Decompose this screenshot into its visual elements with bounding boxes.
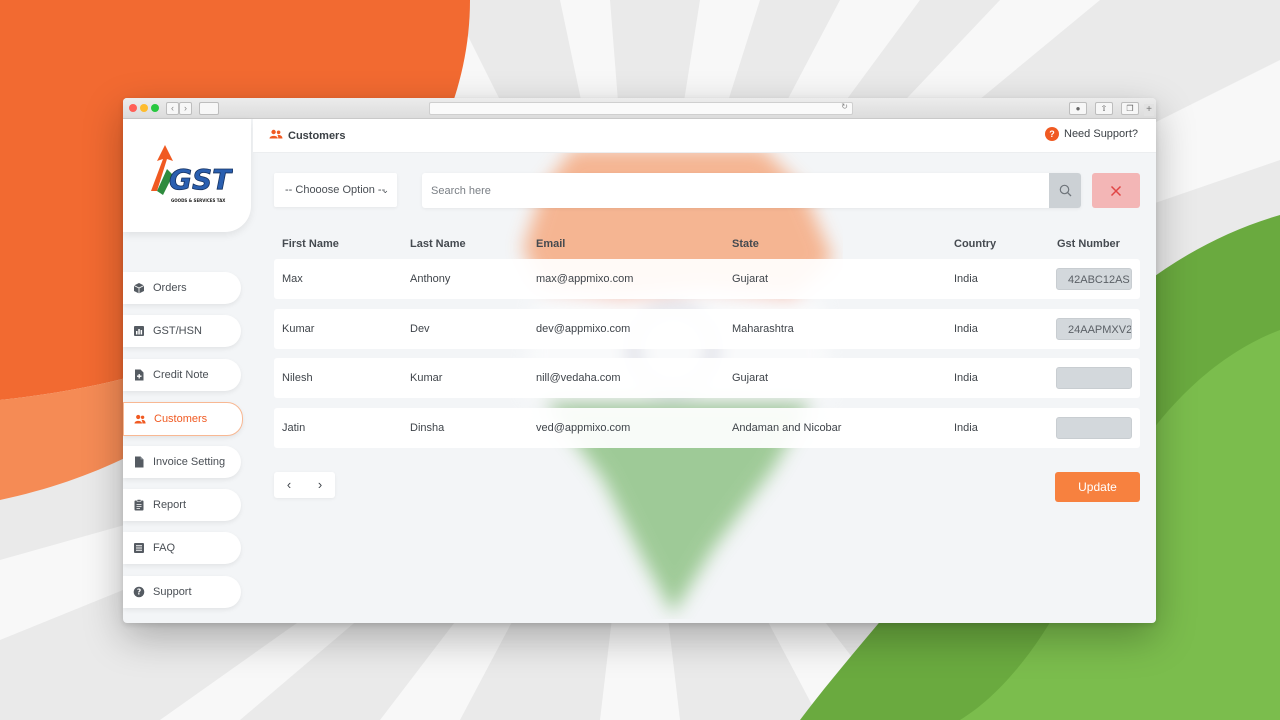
help-icon: ? xyxy=(1045,127,1059,141)
column-header-email: Email xyxy=(536,238,566,250)
download-icon[interactable]: ● xyxy=(1069,102,1087,115)
box-icon xyxy=(133,282,145,294)
bar-chart-icon xyxy=(133,325,145,337)
gst-number-field[interactable]: 42ABC12AS xyxy=(1056,268,1132,290)
cell-last-name: Kumar xyxy=(410,372,443,384)
table-row[interactable]: Max Anthony max@appmixo.com Gujarat Indi… xyxy=(274,259,1140,299)
cell-email: ved@appmixo.com xyxy=(536,422,631,434)
app-content: GST GOODS & SERVICES TAX Orders GST/HSN xyxy=(123,119,1156,623)
chevron-down-icon: ⌄ xyxy=(381,185,389,195)
next-page-button[interactable]: › xyxy=(305,472,335,498)
sidebar-toggle-icon[interactable] xyxy=(199,102,219,115)
table-row[interactable]: Jatin Dinsha ved@appmixo.com Andaman and… xyxy=(274,408,1140,448)
sidebar-item-label: GST/HSN xyxy=(153,325,202,337)
column-header-gst-number: Gst Number xyxy=(1057,238,1120,250)
sidebar-item-credit-note[interactable]: Credit Note xyxy=(123,359,241,391)
cell-first-name: Jatin xyxy=(282,422,306,434)
share-icon[interactable]: ⇧ xyxy=(1095,102,1113,115)
close-icon xyxy=(1110,185,1122,196)
previous-page-button[interactable]: ‹ xyxy=(274,472,304,498)
page-title-text: Customers xyxy=(288,129,346,142)
cell-country: India xyxy=(954,372,978,384)
sidebar-item-label: Invoice Setting xyxy=(153,456,226,468)
cell-email: nill@vedaha.com xyxy=(536,372,621,384)
pagination: ‹ › xyxy=(274,472,335,498)
sidebar-item-support[interactable]: ? Support xyxy=(123,576,241,608)
users-icon xyxy=(269,128,283,143)
cell-last-name: Anthony xyxy=(410,273,451,285)
browser-window: ‹ › ↻ ● ⇧ ❐ + GST GOODS & SERVICES TAX O… xyxy=(123,98,1156,623)
table-row[interactable]: Nilesh Kumar nill@vedaha.com Gujarat Ind… xyxy=(274,358,1140,398)
back-icon[interactable]: ‹ xyxy=(166,102,179,115)
tabs-icon[interactable]: ❐ xyxy=(1121,102,1139,115)
cell-email: dev@appmixo.com xyxy=(536,323,631,335)
sidebar-item-label: FAQ xyxy=(153,542,176,554)
sidebar-item-gst-hsn[interactable]: GST/HSN xyxy=(123,315,241,347)
column-header-first-name: First Name xyxy=(282,238,339,250)
table-row[interactable]: Kumar Dev dev@appmixo.com Maharashtra In… xyxy=(274,309,1140,349)
sidebar-item-label: Customers xyxy=(154,413,208,425)
cell-country: India xyxy=(954,422,978,434)
cell-email: max@appmixo.com xyxy=(536,273,634,285)
search-icon xyxy=(1059,184,1071,197)
forward-icon[interactable]: › xyxy=(179,102,192,115)
clear-button[interactable] xyxy=(1092,173,1140,208)
sidebar-item-invoice-setting[interactable]: Invoice Setting xyxy=(123,446,241,478)
clipboard-icon xyxy=(133,499,145,511)
cell-state: Andaman and Nicobar xyxy=(732,422,842,434)
sidebar-item-label: Orders xyxy=(153,282,187,294)
option-select-value: -- Chooose Option -- xyxy=(285,184,386,196)
cell-first-name: Kumar xyxy=(282,323,315,335)
sidebar: GST GOODS & SERVICES TAX Orders GST/HSN xyxy=(123,119,253,623)
file-icon xyxy=(133,456,145,468)
need-support-label: Need Support? xyxy=(1064,128,1138,140)
column-header-last-name: Last Name xyxy=(410,238,466,250)
svg-text:GST: GST xyxy=(169,163,233,196)
cell-state: Maharashtra xyxy=(732,323,794,335)
top-header: Customers ? Need Support? xyxy=(253,119,1156,153)
column-header-state: State xyxy=(732,238,759,250)
search-input[interactable] xyxy=(422,173,1047,208)
sidebar-item-label: Support xyxy=(153,586,192,598)
column-header-country: Country xyxy=(954,238,997,250)
gst-logo: GST GOODS & SERVICES TAX xyxy=(151,145,233,203)
maximize-window-icon[interactable] xyxy=(151,104,159,112)
new-tab-icon[interactable]: + xyxy=(1144,104,1154,116)
sidebar-item-customers[interactable]: Customers xyxy=(123,402,243,436)
sidebar-item-faq[interactable]: FAQ xyxy=(123,532,241,564)
sidebar-item-label: Credit Note xyxy=(153,369,209,381)
reload-icon[interactable]: ↻ xyxy=(841,102,848,111)
svg-text:?: ? xyxy=(137,588,141,597)
gst-number-field[interactable] xyxy=(1056,367,1132,389)
close-window-icon[interactable] xyxy=(129,104,137,112)
sidebar-item-label: Report xyxy=(153,499,187,511)
browser-titlebar: ‹ › ↻ ● ⇧ ❐ + xyxy=(123,98,1156,119)
gst-number-field[interactable]: 24AAPMXV2 xyxy=(1056,318,1132,340)
cell-state: Gujarat xyxy=(732,273,769,285)
cell-country: India xyxy=(954,323,978,335)
question-circle-icon: ? xyxy=(133,586,145,598)
page-title: Customers xyxy=(269,128,345,143)
update-button[interactable]: Update xyxy=(1055,472,1140,502)
logo-card: GST GOODS & SERVICES TAX xyxy=(123,119,251,232)
cell-first-name: Nilesh xyxy=(282,372,313,384)
cell-state: Gujarat xyxy=(732,372,769,384)
cell-last-name: Dev xyxy=(410,323,430,335)
svg-text:GOODS & SERVICES TAX: GOODS & SERVICES TAX xyxy=(171,198,225,203)
sidebar-item-report[interactable]: Report xyxy=(123,489,241,521)
address-bar[interactable]: ↻ xyxy=(429,102,853,115)
users-icon xyxy=(134,413,146,425)
gst-number-field[interactable] xyxy=(1056,417,1132,439)
cell-last-name: Dinsha xyxy=(410,422,445,434)
need-support-link[interactable]: ? Need Support? xyxy=(1045,127,1138,141)
search-box xyxy=(422,173,1081,208)
search-button[interactable] xyxy=(1049,173,1081,208)
list-icon xyxy=(133,542,145,554)
option-select[interactable]: -- Chooose Option -- ⌄ xyxy=(274,173,397,207)
file-plus-icon xyxy=(133,369,145,381)
sidebar-item-orders[interactable]: Orders xyxy=(123,272,241,304)
minimize-window-icon[interactable] xyxy=(140,104,148,112)
cell-first-name: Max xyxy=(282,273,303,285)
cell-country: India xyxy=(954,273,978,285)
